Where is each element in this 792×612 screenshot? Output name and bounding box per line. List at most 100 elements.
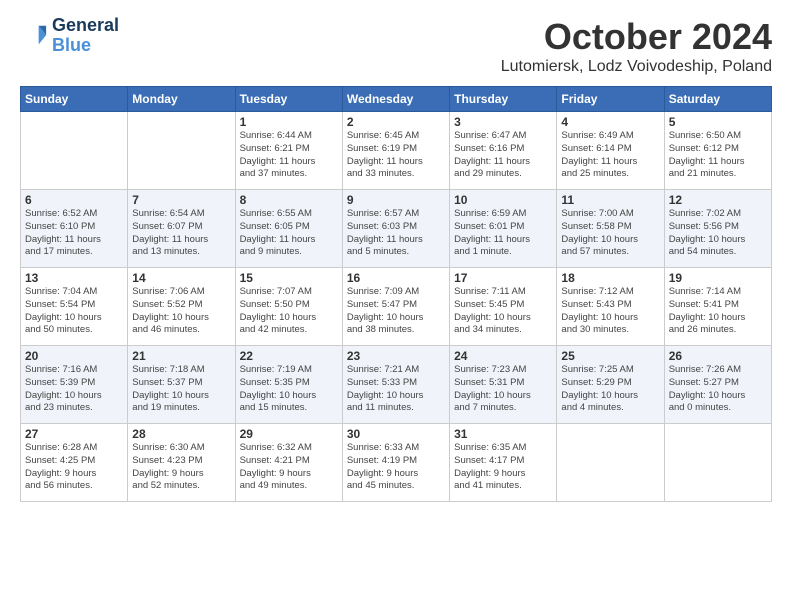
day-number: 24 [454, 349, 552, 363]
logo-text: General Blue [52, 16, 119, 56]
calendar-cell: 21Sunrise: 7:18 AMSunset: 5:37 PMDayligh… [128, 346, 235, 424]
weekday-friday: Friday [557, 87, 664, 112]
day-info: Sunrise: 6:30 AMSunset: 4:23 PMDaylight:… [132, 442, 230, 493]
calendar-cell [664, 424, 771, 502]
calendar-cell [557, 424, 664, 502]
day-number: 6 [25, 193, 123, 207]
calendar-cell: 30Sunrise: 6:33 AMSunset: 4:19 PMDayligh… [342, 424, 449, 502]
weekday-sunday: Sunday [21, 87, 128, 112]
day-info: Sunrise: 6:32 AMSunset: 4:21 PMDaylight:… [240, 442, 338, 493]
calendar-cell: 31Sunrise: 6:35 AMSunset: 4:17 PMDayligh… [450, 424, 557, 502]
day-info: Sunrise: 7:02 AMSunset: 5:56 PMDaylight:… [669, 208, 767, 259]
calendar-cell: 24Sunrise: 7:23 AMSunset: 5:31 PMDayligh… [450, 346, 557, 424]
weekday-tuesday: Tuesday [235, 87, 342, 112]
week-row-5: 27Sunrise: 6:28 AMSunset: 4:25 PMDayligh… [21, 424, 772, 502]
day-info: Sunrise: 7:23 AMSunset: 5:31 PMDaylight:… [454, 364, 552, 415]
day-number: 5 [669, 115, 767, 129]
day-info: Sunrise: 6:47 AMSunset: 6:16 PMDaylight:… [454, 130, 552, 181]
calendar-cell: 11Sunrise: 7:00 AMSunset: 5:58 PMDayligh… [557, 190, 664, 268]
calendar-cell: 22Sunrise: 7:19 AMSunset: 5:35 PMDayligh… [235, 346, 342, 424]
day-number: 26 [669, 349, 767, 363]
day-number: 13 [25, 271, 123, 285]
calendar-cell: 29Sunrise: 6:32 AMSunset: 4:21 PMDayligh… [235, 424, 342, 502]
week-row-1: 1Sunrise: 6:44 AMSunset: 6:21 PMDaylight… [21, 112, 772, 190]
page: General Blue October 2024 Lutomiersk, Lo… [0, 0, 792, 512]
day-info: Sunrise: 6:57 AMSunset: 6:03 PMDaylight:… [347, 208, 445, 259]
calendar-cell: 1Sunrise: 6:44 AMSunset: 6:21 PMDaylight… [235, 112, 342, 190]
day-info: Sunrise: 6:35 AMSunset: 4:17 PMDaylight:… [454, 442, 552, 493]
calendar-cell: 23Sunrise: 7:21 AMSunset: 5:33 PMDayligh… [342, 346, 449, 424]
day-info: Sunrise: 7:04 AMSunset: 5:54 PMDaylight:… [25, 286, 123, 337]
calendar-cell: 4Sunrise: 6:49 AMSunset: 6:14 PMDaylight… [557, 112, 664, 190]
month-title: October 2024 [501, 16, 772, 58]
day-number: 25 [561, 349, 659, 363]
week-row-2: 6Sunrise: 6:52 AMSunset: 6:10 PMDaylight… [21, 190, 772, 268]
logo: General Blue [20, 16, 119, 56]
logo-icon [20, 22, 48, 50]
header: General Blue October 2024 Lutomiersk, Lo… [20, 16, 772, 76]
day-number: 3 [454, 115, 552, 129]
day-number: 18 [561, 271, 659, 285]
day-info: Sunrise: 6:49 AMSunset: 6:14 PMDaylight:… [561, 130, 659, 181]
day-info: Sunrise: 6:45 AMSunset: 6:19 PMDaylight:… [347, 130, 445, 181]
day-number: 11 [561, 193, 659, 207]
week-row-3: 13Sunrise: 7:04 AMSunset: 5:54 PMDayligh… [21, 268, 772, 346]
day-number: 23 [347, 349, 445, 363]
calendar-cell: 27Sunrise: 6:28 AMSunset: 4:25 PMDayligh… [21, 424, 128, 502]
day-number: 14 [132, 271, 230, 285]
calendar-cell [128, 112, 235, 190]
day-number: 30 [347, 427, 445, 441]
calendar-cell: 9Sunrise: 6:57 AMSunset: 6:03 PMDaylight… [342, 190, 449, 268]
day-number: 17 [454, 271, 552, 285]
calendar-body: 1Sunrise: 6:44 AMSunset: 6:21 PMDaylight… [21, 112, 772, 502]
day-info: Sunrise: 6:28 AMSunset: 4:25 PMDaylight:… [25, 442, 123, 493]
day-number: 20 [25, 349, 123, 363]
location-title: Lutomiersk, Lodz Voivodeship, Poland [501, 58, 772, 76]
day-number: 19 [669, 271, 767, 285]
calendar-cell [21, 112, 128, 190]
day-info: Sunrise: 7:18 AMSunset: 5:37 PMDaylight:… [132, 364, 230, 415]
day-number: 21 [132, 349, 230, 363]
calendar-cell: 20Sunrise: 7:16 AMSunset: 5:39 PMDayligh… [21, 346, 128, 424]
day-info: Sunrise: 6:54 AMSunset: 6:07 PMDaylight:… [132, 208, 230, 259]
calendar-cell: 15Sunrise: 7:07 AMSunset: 5:50 PMDayligh… [235, 268, 342, 346]
calendar-cell: 3Sunrise: 6:47 AMSunset: 6:16 PMDaylight… [450, 112, 557, 190]
day-info: Sunrise: 7:26 AMSunset: 5:27 PMDaylight:… [669, 364, 767, 415]
day-number: 1 [240, 115, 338, 129]
calendar-cell: 18Sunrise: 7:12 AMSunset: 5:43 PMDayligh… [557, 268, 664, 346]
day-number: 15 [240, 271, 338, 285]
calendar-cell: 2Sunrise: 6:45 AMSunset: 6:19 PMDaylight… [342, 112, 449, 190]
day-info: Sunrise: 7:00 AMSunset: 5:58 PMDaylight:… [561, 208, 659, 259]
day-number: 22 [240, 349, 338, 363]
calendar-cell: 7Sunrise: 6:54 AMSunset: 6:07 PMDaylight… [128, 190, 235, 268]
calendar-cell: 28Sunrise: 6:30 AMSunset: 4:23 PMDayligh… [128, 424, 235, 502]
day-number: 10 [454, 193, 552, 207]
day-number: 8 [240, 193, 338, 207]
calendar-cell: 26Sunrise: 7:26 AMSunset: 5:27 PMDayligh… [664, 346, 771, 424]
day-info: Sunrise: 7:06 AMSunset: 5:52 PMDaylight:… [132, 286, 230, 337]
day-info: Sunrise: 7:19 AMSunset: 5:35 PMDaylight:… [240, 364, 338, 415]
calendar-cell: 17Sunrise: 7:11 AMSunset: 5:45 PMDayligh… [450, 268, 557, 346]
day-info: Sunrise: 7:25 AMSunset: 5:29 PMDaylight:… [561, 364, 659, 415]
day-info: Sunrise: 7:14 AMSunset: 5:41 PMDaylight:… [669, 286, 767, 337]
day-number: 9 [347, 193, 445, 207]
title-block: October 2024 Lutomiersk, Lodz Voivodeshi… [501, 16, 772, 76]
calendar-cell: 10Sunrise: 6:59 AMSunset: 6:01 PMDayligh… [450, 190, 557, 268]
calendar-cell: 16Sunrise: 7:09 AMSunset: 5:47 PMDayligh… [342, 268, 449, 346]
day-info: Sunrise: 6:50 AMSunset: 6:12 PMDaylight:… [669, 130, 767, 181]
calendar-cell: 8Sunrise: 6:55 AMSunset: 6:05 PMDaylight… [235, 190, 342, 268]
day-number: 2 [347, 115, 445, 129]
weekday-monday: Monday [128, 87, 235, 112]
calendar-cell: 19Sunrise: 7:14 AMSunset: 5:41 PMDayligh… [664, 268, 771, 346]
weekday-thursday: Thursday [450, 87, 557, 112]
day-number: 31 [454, 427, 552, 441]
day-number: 29 [240, 427, 338, 441]
weekday-saturday: Saturday [664, 87, 771, 112]
day-info: Sunrise: 7:16 AMSunset: 5:39 PMDaylight:… [25, 364, 123, 415]
day-info: Sunrise: 7:21 AMSunset: 5:33 PMDaylight:… [347, 364, 445, 415]
day-info: Sunrise: 6:55 AMSunset: 6:05 PMDaylight:… [240, 208, 338, 259]
day-info: Sunrise: 6:33 AMSunset: 4:19 PMDaylight:… [347, 442, 445, 493]
day-info: Sunrise: 6:59 AMSunset: 6:01 PMDaylight:… [454, 208, 552, 259]
day-number: 16 [347, 271, 445, 285]
day-info: Sunrise: 7:12 AMSunset: 5:43 PMDaylight:… [561, 286, 659, 337]
